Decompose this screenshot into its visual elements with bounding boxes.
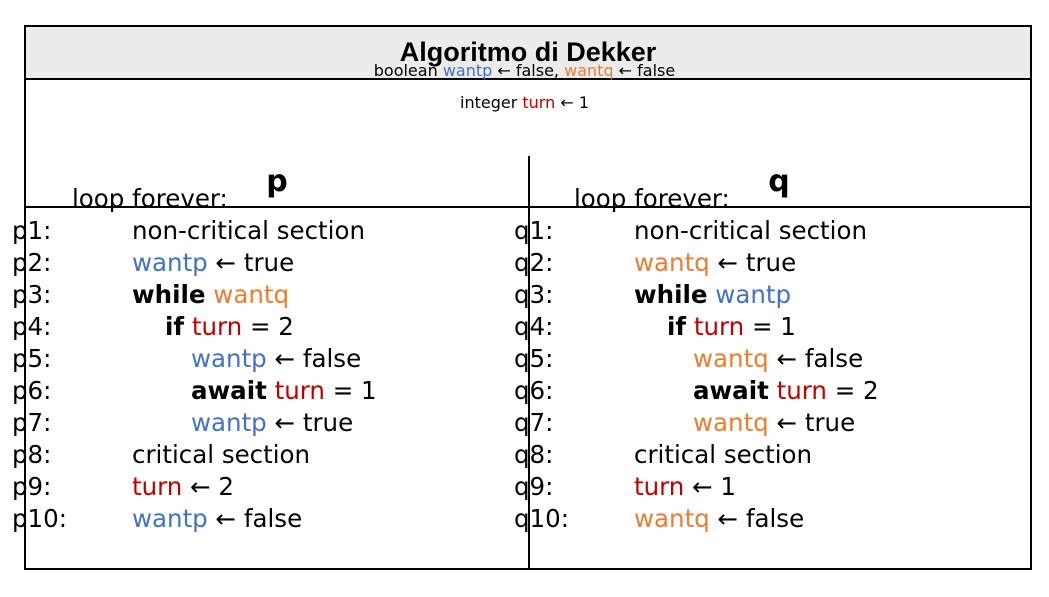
var-turn: turn <box>693 312 745 341</box>
stmt: wantp ← true <box>191 407 353 439</box>
line-label: q2: <box>514 248 554 277</box>
line-label: q7: <box>514 408 554 437</box>
var-wantq: wantq <box>634 248 710 277</box>
keyword-if: if <box>165 312 185 341</box>
line-label: p8: <box>12 440 52 469</box>
stmt: await turn = 2 <box>693 375 879 407</box>
line-label: p9: <box>12 472 52 501</box>
stmt-text: non-critical section <box>634 216 867 245</box>
line-label: q5: <box>514 344 554 373</box>
loop-label: loop forever: <box>574 184 730 213</box>
stmt: await turn = 1 <box>191 375 377 407</box>
keyword-while: while <box>634 280 708 309</box>
stmt-rest: ← true <box>776 408 856 437</box>
assign-wantq: ← false <box>618 61 676 80</box>
line-label: p2: <box>12 248 52 277</box>
keyword-while: while <box>132 280 206 309</box>
line-label: p5: <box>12 344 52 373</box>
stmt-rest: ← false <box>274 344 362 373</box>
line-label: p6: <box>12 376 52 405</box>
keyword-integer: integer <box>460 93 518 112</box>
stmt-rest: = 1 <box>332 376 377 405</box>
line-label: p10: <box>12 504 67 533</box>
stmt: wantq ← false <box>693 343 863 375</box>
line-label: p1: <box>12 216 52 245</box>
stmt-rest: ← false <box>215 504 303 533</box>
stmt: wantp ← false <box>191 343 361 375</box>
line-label: p3: <box>12 280 52 309</box>
var-wantq: wantq <box>564 61 614 80</box>
stmt: wantq ← true <box>693 407 855 439</box>
stmt-rest: ← 1 <box>692 472 737 501</box>
stmt-rest: ← true <box>717 248 797 277</box>
line-label: p4: <box>12 312 52 341</box>
keyword-boolean: boolean <box>373 61 438 80</box>
line-label: q10: <box>514 504 569 533</box>
var-turn: turn <box>776 376 827 405</box>
stmt-rest: ← true <box>215 248 295 277</box>
var-wantq: wantq <box>634 504 710 533</box>
var-wantp: wantp <box>132 504 208 533</box>
keyword-await: await <box>693 376 769 405</box>
stmt-text: critical section <box>634 440 813 469</box>
stmt: wantp ← false <box>132 503 302 535</box>
line-label: q3: <box>514 280 554 309</box>
var-turn: turn <box>522 93 556 112</box>
stmt: wantq ← false <box>634 503 804 535</box>
var-turn: turn <box>274 376 325 405</box>
stmt-rest: ← false <box>717 504 805 533</box>
stmt: turn ← 2 <box>132 471 234 503</box>
var-wantq: wantq <box>213 280 290 309</box>
stmt: if turn = 1 <box>667 311 796 343</box>
declaration-boolean: boolean wantp ← false, wantq ← false <box>0 56 1049 86</box>
stmt: turn ← 1 <box>634 471 736 503</box>
var-wantp: wantp <box>132 248 208 277</box>
stmt: if turn = 2 <box>165 311 294 343</box>
stmt-rest: = 2 <box>249 312 294 341</box>
stmt: wantp ← true <box>132 247 294 279</box>
line-label: q8: <box>514 440 554 469</box>
declaration-integer: integer turn ← 1 <box>0 88 1049 118</box>
stmt: while wantq <box>132 279 289 311</box>
stmt-rest: = 2 <box>834 376 879 405</box>
assign-turn: ← 1 <box>560 93 589 112</box>
stmt-rest: ← true <box>274 408 354 437</box>
keyword-await: await <box>191 376 267 405</box>
assign-wantp: ← false, <box>497 61 560 80</box>
var-turn: turn <box>634 472 685 501</box>
stmt-rest: ← false <box>776 344 864 373</box>
var-wantq: wantq <box>693 408 769 437</box>
var-turn: turn <box>132 472 183 501</box>
line-label: q4: <box>514 312 554 341</box>
var-wantq: wantq <box>693 344 769 373</box>
loop-label: loop forever: <box>72 184 228 213</box>
stmt: wantq ← true <box>634 247 796 279</box>
var-wantp: wantp <box>442 61 493 80</box>
var-wantp: wantp <box>715 280 792 309</box>
var-turn: turn <box>191 312 243 341</box>
stmt-rest: ← 2 <box>190 472 235 501</box>
keyword-if: if <box>667 312 687 341</box>
line-label: q1: <box>514 216 554 245</box>
stmt-text: non-critical section <box>132 216 365 245</box>
stmt-rest: = 1 <box>751 312 796 341</box>
line-label: q6: <box>514 376 554 405</box>
line-label: p7: <box>12 408 52 437</box>
stmt-text: critical section <box>132 440 311 469</box>
line-label: q9: <box>514 472 554 501</box>
var-wantp: wantp <box>191 408 267 437</box>
var-wantp: wantp <box>191 344 267 373</box>
stmt: while wantp <box>634 279 791 311</box>
